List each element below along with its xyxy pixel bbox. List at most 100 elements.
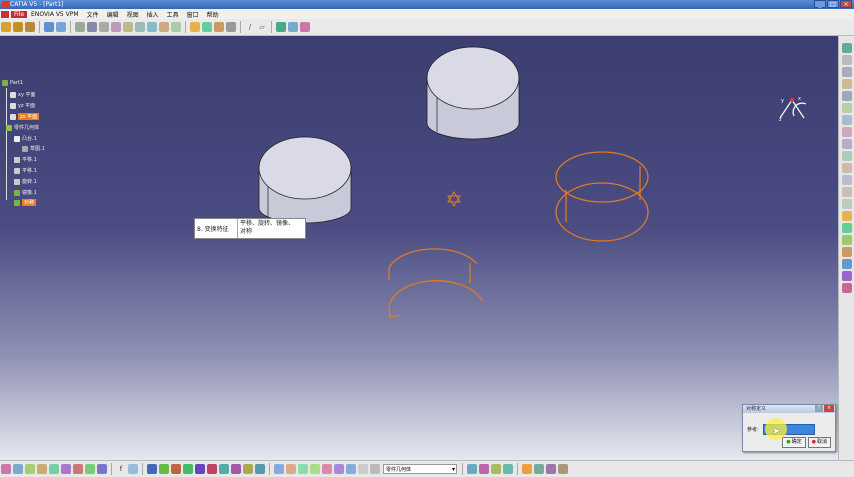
point-icon[interactable] — [841, 79, 852, 89]
tree-item-zx-plane[interactable]: zx 平面 — [10, 112, 40, 121]
boolean-add-icon[interactable] — [479, 464, 489, 474]
wireframe-arc-bottom[interactable] — [388, 248, 483, 318]
minimize-button[interactable]: _ — [814, 0, 826, 8]
cancel-button[interactable]: ● 取消 — [807, 437, 831, 448]
menu-help[interactable]: 帮助 — [203, 10, 223, 19]
shading-icon[interactable] — [231, 464, 241, 474]
slot-icon[interactable] — [171, 22, 181, 32]
draft-icon[interactable] — [214, 22, 224, 32]
symmetry-point-marker[interactable] — [447, 191, 461, 207]
menu-edit[interactable]: 编辑 — [103, 10, 123, 19]
menu-tools[interactable]: 工具 — [163, 10, 183, 19]
cylinder-solid-lower[interactable] — [258, 136, 352, 224]
undo-icon[interactable] — [75, 22, 85, 32]
reference-icon[interactable] — [841, 55, 852, 65]
zoom-out-icon[interactable] — [195, 464, 205, 474]
define-body-icon[interactable] — [370, 464, 380, 474]
shaft-icon[interactable] — [123, 22, 133, 32]
body-select-combo[interactable]: 零件几何体 — [383, 464, 457, 475]
stiffener-icon[interactable] — [841, 175, 852, 185]
cylinder-solid-upper[interactable] — [426, 46, 520, 140]
undo-icon[interactable] — [85, 464, 95, 474]
menu-file[interactable]: File — [11, 10, 28, 18]
loft-icon[interactable] — [841, 187, 852, 197]
groove-icon[interactable] — [135, 22, 145, 32]
pattern-icon[interactable] — [841, 259, 852, 269]
cut-icon[interactable] — [44, 22, 54, 32]
compass-icon[interactable]: y x z — [776, 94, 810, 124]
pocket-icon[interactable] — [111, 22, 121, 32]
tree-item-translate-1[interactable]: 平移.1 — [14, 155, 37, 164]
measure-icon[interactable] — [288, 22, 298, 32]
scale-icon[interactable] — [841, 271, 852, 281]
hide-show-icon[interactable] — [243, 464, 253, 474]
save-icon[interactable] — [25, 464, 35, 474]
plane-icon[interactable]: ▱ — [257, 22, 267, 32]
open-icon[interactable] — [13, 22, 23, 32]
hole-icon[interactable] — [147, 22, 157, 32]
boolean-intersect-icon[interactable] — [503, 464, 513, 474]
analysis-icon[interactable] — [300, 22, 310, 32]
select-icon[interactable] — [1, 464, 11, 474]
tree-item-body[interactable]: 零件几何体 — [6, 123, 39, 132]
cut-icon[interactable] — [49, 464, 59, 474]
pocket-icon[interactable] — [841, 115, 852, 125]
fillet-icon[interactable] — [190, 22, 200, 32]
3d-viewport[interactable]: y x z — [0, 36, 838, 460]
scene-icon[interactable] — [546, 464, 556, 474]
menu-enovia[interactable]: ENOVIA V5 VPM — [27, 11, 83, 18]
shell-icon[interactable] — [841, 223, 852, 233]
rib-icon[interactable] — [159, 22, 169, 32]
sketcher-icon[interactable] — [841, 43, 852, 53]
swap-visible-icon[interactable] — [255, 464, 265, 474]
hole-icon[interactable] — [841, 151, 852, 161]
normal-view-icon[interactable] — [207, 464, 217, 474]
sketch-icon[interactable] — [87, 22, 97, 32]
insert-body-icon[interactable] — [467, 464, 477, 474]
rib-icon[interactable] — [841, 163, 852, 173]
constraint-icon[interactable] — [286, 464, 296, 474]
translate-icon[interactable] — [841, 247, 852, 257]
ok-button[interactable]: ● 确定 — [782, 437, 806, 448]
tree-item-xy-plane[interactable]: xy 平面 — [10, 90, 36, 99]
comment-icon[interactable] — [128, 464, 138, 474]
sketch-analysis-icon[interactable] — [274, 464, 284, 474]
print-icon[interactable] — [37, 464, 47, 474]
shaft-icon[interactable] — [841, 127, 852, 137]
dialog-close-button[interactable]: × — [824, 405, 834, 412]
iso-view-icon[interactable] — [219, 464, 229, 474]
light-icon[interactable] — [558, 464, 568, 474]
maximize-button[interactable]: □ — [827, 0, 839, 8]
tree-item-translate-2[interactable]: 平移.1 — [14, 166, 37, 175]
copy-icon[interactable] — [61, 464, 71, 474]
dimension-icon[interactable] — [298, 464, 308, 474]
menu-insert[interactable]: 插入 — [143, 10, 163, 19]
help-button[interactable]: ? — [815, 405, 823, 412]
apply-material-icon[interactable] — [276, 22, 286, 32]
pan-icon[interactable] — [159, 464, 169, 474]
line-icon[interactable] — [841, 91, 852, 101]
material-icon[interactable] — [322, 464, 332, 474]
zoom-in-icon[interactable] — [183, 464, 193, 474]
wireframe-cylinder-right[interactable] — [555, 151, 649, 242]
boolean-remove-icon[interactable] — [491, 464, 501, 474]
fillet-icon[interactable] — [841, 199, 852, 209]
formula-icon[interactable]: f — [116, 464, 126, 474]
apply-material-icon[interactable] — [522, 464, 532, 474]
tree-item-mirror[interactable]: 镜像.1 — [14, 188, 37, 197]
chamfer-icon[interactable] — [202, 22, 212, 32]
measure-icon[interactable] — [310, 464, 320, 474]
tree-item-pad[interactable]: 凸台.1 — [14, 134, 37, 143]
pad-icon[interactable] — [841, 103, 852, 113]
close-button[interactable]: × — [840, 0, 852, 8]
tree-item-sketch[interactable]: 草图.1 — [22, 144, 45, 153]
line-icon[interactable]: / — [245, 22, 255, 32]
rotate-view-icon[interactable] — [171, 464, 181, 474]
parameter-icon[interactable] — [346, 464, 356, 474]
thickness-icon[interactable] — [841, 235, 852, 245]
menu-window[interactable]: 窗口 — [183, 10, 203, 19]
pad-icon[interactable] — [99, 22, 109, 32]
fit-all-icon[interactable] — [147, 464, 157, 474]
boolean-icon[interactable] — [841, 283, 852, 293]
menu-wenjian[interactable]: 文件 — [83, 10, 103, 19]
